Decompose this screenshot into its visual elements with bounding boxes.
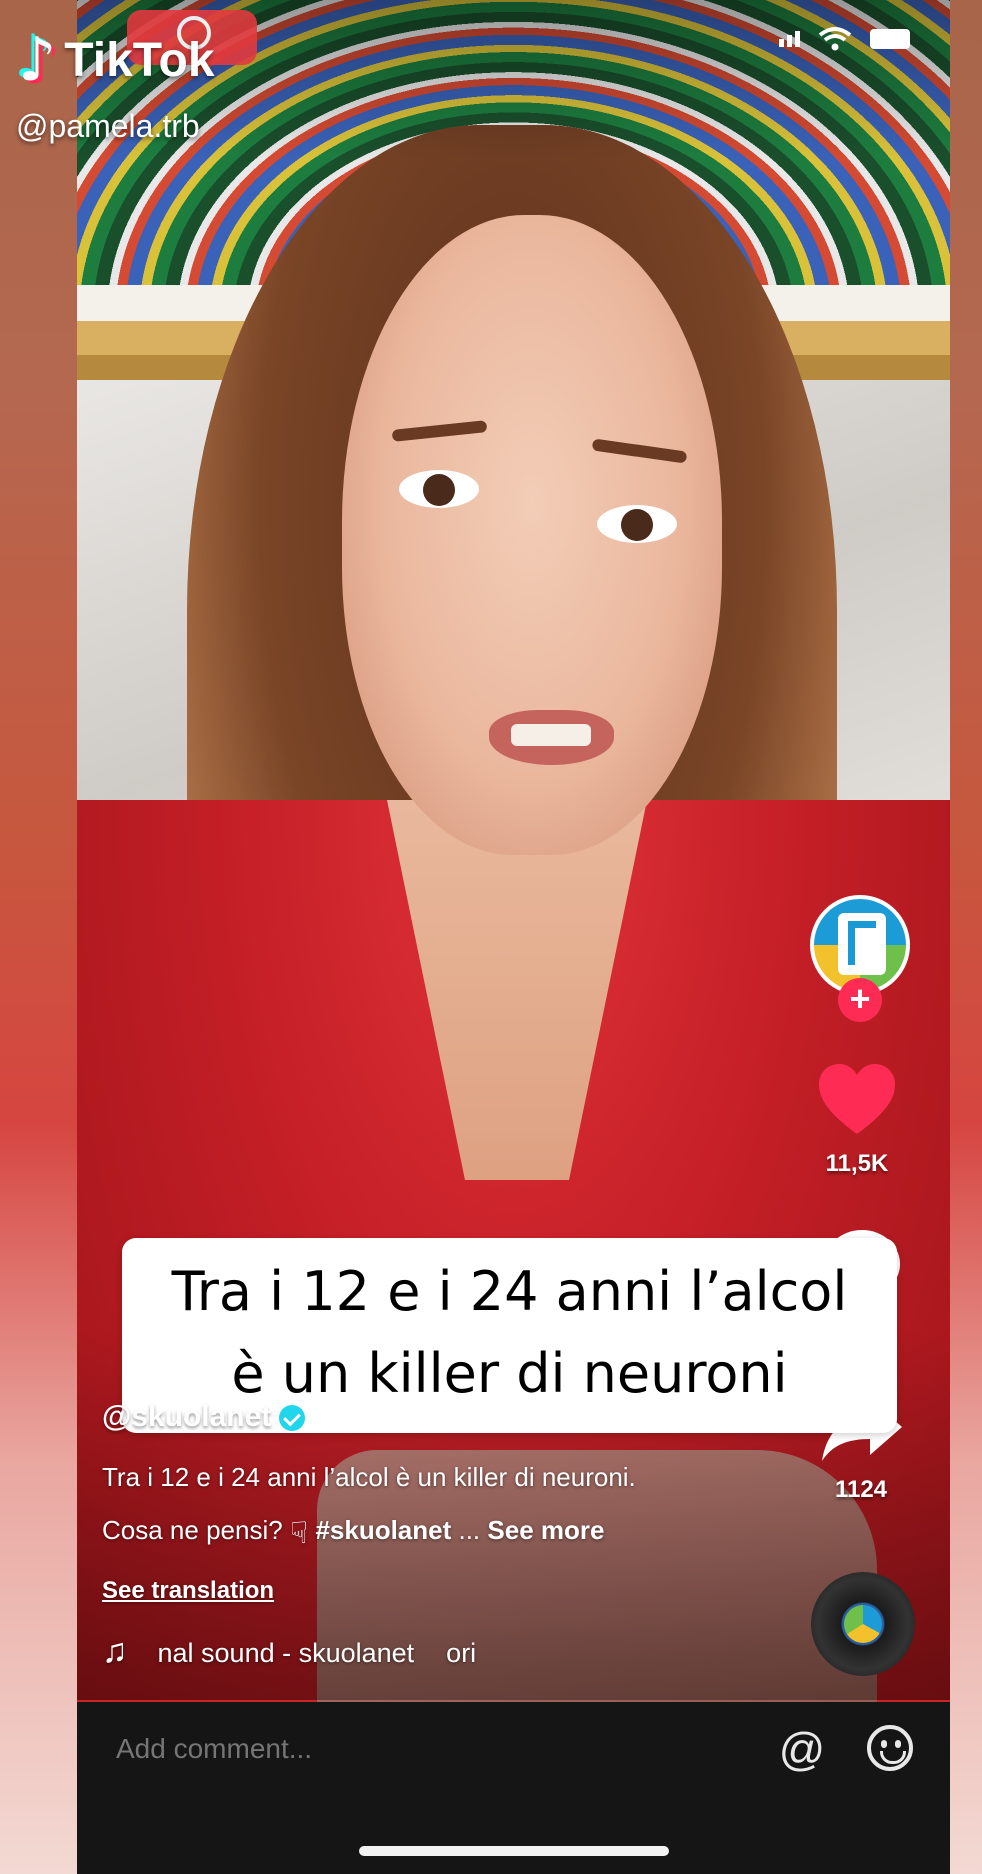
left-eye	[399, 470, 479, 508]
signal-icon	[779, 31, 800, 47]
status-bar	[779, 26, 910, 52]
see-more-button[interactable]: See more	[487, 1515, 604, 1545]
pointing-down-icon: ☟	[289, 1517, 309, 1550]
username-text[interactable]: @skuolanet	[102, 1400, 271, 1433]
music-disc-icon[interactable]	[811, 1572, 915, 1676]
heart-icon[interactable]	[817, 1062, 897, 1142]
caption-line-1: Tra i 12 e i 24 anni l’alcol	[171, 1260, 848, 1323]
battery-icon	[870, 29, 910, 49]
home-indicator[interactable]	[359, 1846, 669, 1856]
at-sign-icon[interactable]: @	[777, 1724, 827, 1774]
description-text: Cosa ne pensi?	[102, 1515, 283, 1545]
sound-ticker[interactable]: ♫ nal sound - skuolanet ori	[102, 1632, 476, 1671]
share-count: 1124	[834, 1476, 888, 1503]
caption-line-2: è un killer di neuroni	[231, 1342, 788, 1405]
ellipsis: ...	[451, 1515, 481, 1545]
emoji-icon[interactable]	[867, 1725, 913, 1771]
post-description-line-2: Cosa ne pensi? ☟ #skuolanet ... See more	[102, 1515, 604, 1551]
tiktok-watermark: ♪ TikTok	[18, 30, 215, 90]
comment-input[interactable]	[114, 1732, 618, 1766]
verified-icon	[279, 1405, 306, 1432]
tiktok-logo-icon: ♪	[18, 25, 57, 95]
sound-name: nal sound - skuolanet	[157, 1638, 415, 1668]
music-note-icon: ♫	[102, 1632, 128, 1670]
mouth	[489, 710, 614, 765]
post-description-line-1: Tra i 12 e i 24 anni l’alcol è un killer…	[102, 1462, 636, 1492]
creator-username[interactable]: @skuolanet	[102, 1400, 306, 1434]
hashtag-link[interactable]: #skuolanet	[315, 1515, 451, 1545]
see-translation-link[interactable]: See translation	[102, 1577, 274, 1605]
follow-button[interactable]: +	[838, 978, 882, 1022]
like-count: 11,5K	[825, 1150, 889, 1177]
wifi-icon	[818, 27, 852, 51]
watermark-username: @pamela.trb	[16, 108, 200, 144]
right-eye	[597, 505, 677, 543]
tiktok-wordmark: TikTok	[64, 33, 215, 87]
video-player[interactable]: + 11,5K 332 1124 Tra i 12 e i 24 anni l’…	[77, 0, 950, 1874]
sound-name-tail: ori	[446, 1638, 477, 1668]
comment-bar: @	[77, 1702, 950, 1874]
